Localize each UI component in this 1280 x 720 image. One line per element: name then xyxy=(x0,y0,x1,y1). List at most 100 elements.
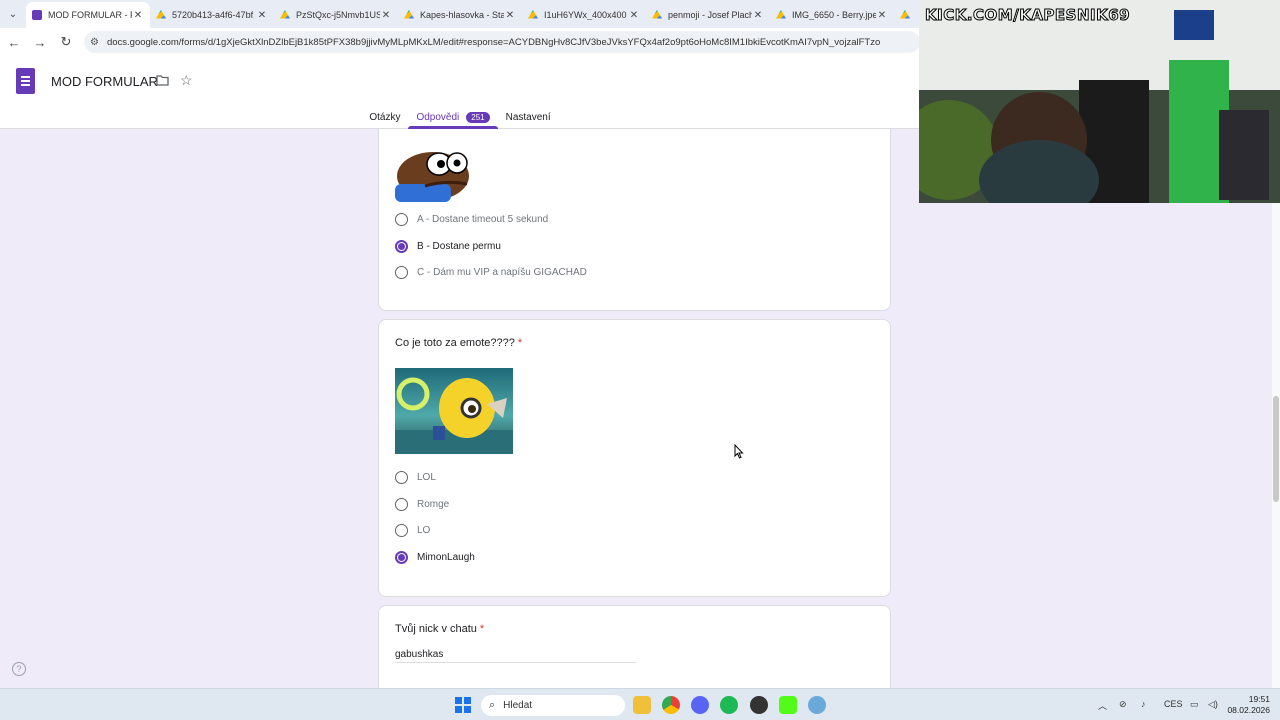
tab-questions[interactable]: Otázky xyxy=(361,106,408,128)
tab-close-icon[interactable]: ✕ xyxy=(504,10,516,21)
clock-time: 19:51 xyxy=(1248,694,1270,704)
tab-close-icon[interactable]: ✕ xyxy=(752,10,764,21)
taskbar-search-input[interactable]: ⌕ Hledat xyxy=(481,695,625,716)
drive-icon xyxy=(776,10,786,19)
responses-count-badge: 251 xyxy=(466,111,490,123)
obs-icon[interactable] xyxy=(750,696,768,714)
tray-language[interactable]: CES xyxy=(1164,699,1183,709)
windows-start-icon[interactable] xyxy=(455,697,471,713)
forms-header: MOD FORMULAR ☆ Otázky Odpovědi 251 Nastav… xyxy=(0,56,920,129)
forward-arrow-icon[interactable]: → xyxy=(28,30,52,54)
chrome-icon[interactable] xyxy=(662,696,680,714)
form-title[interactable]: MOD FORMULAR xyxy=(51,74,158,89)
tray-volume-icon[interactable]: ◁) xyxy=(1208,699,1218,710)
app-icon[interactable] xyxy=(808,696,826,714)
folder-icon[interactable] xyxy=(156,74,169,89)
drive-icon xyxy=(404,10,414,19)
tab-close-icon[interactable]: ✕ xyxy=(876,10,888,21)
scrollbar-thumb[interactable] xyxy=(1273,396,1279,502)
windows-taskbar: ⌕ Hledat ︿ ⊘ ♪ CES ▭ ◁) 19:51 08.02.2026 xyxy=(0,688,1280,720)
webcam-scene-image xyxy=(919,0,1280,203)
webcam-overlay: KICK.COM/KAPESNIK69 xyxy=(919,0,1280,203)
minion-emote-image xyxy=(395,368,513,454)
url-text: docs.google.com/forms/d/1gXjeGktXlnDZlbE… xyxy=(106,36,881,48)
browser-tab[interactable]: MOD FORMULAR - F ✕ xyxy=(26,2,150,28)
search-icon: ⌕ xyxy=(489,699,496,711)
kick-icon[interactable] xyxy=(779,696,797,714)
question-card-1: A - Dostane timeout 5 sekund B - Dostane … xyxy=(378,129,891,311)
q3-answer: gabushkas xyxy=(395,649,444,660)
tab-search-chevron-icon[interactable]: ⌄ xyxy=(0,0,26,28)
tray-display-icon[interactable]: ▭ xyxy=(1190,699,1199,710)
browser-tab[interactable]: Kapes-hlasovka - Sta ✕ xyxy=(398,2,522,28)
radio-checked-icon[interactable] xyxy=(395,550,408,564)
radio-unchecked-icon[interactable] xyxy=(395,266,408,279)
tab-settings-label: Nastavení xyxy=(505,111,551,123)
radio-option[interactable]: B - Dostane permu xyxy=(395,239,501,253)
q3-question: Tvůj nick v chatu * xyxy=(395,623,484,635)
q3-answer-underline xyxy=(395,662,636,663)
browser-tab[interactable]: I1uH6YWx_400x400 ✕ xyxy=(522,2,646,28)
clock-date: 08.02.2026 xyxy=(1227,705,1270,715)
browser-tab[interactable]: 5720b413-a4f6-47bf ✕ xyxy=(150,2,274,28)
taskbar-clock[interactable]: 19:51 08.02.2026 xyxy=(1226,694,1270,716)
drive-icon xyxy=(280,10,290,19)
browser-tab-label: Kapes-hlasovka - Sta xyxy=(420,10,504,20)
q2-question-text: Co je toto za emote???? xyxy=(395,337,515,349)
tab-settings[interactable]: Nastavení xyxy=(498,106,559,128)
tab-close-icon[interactable]: ✕ xyxy=(256,10,268,21)
back-arrow-icon[interactable]: ← xyxy=(2,30,26,54)
radio-option[interactable]: A - Dostane timeout 5 sekund xyxy=(395,213,548,226)
tab-responses-label: Odpovědi xyxy=(416,111,460,123)
tab-responses[interactable]: Odpovědi 251 xyxy=(408,106,498,129)
radio-unchecked-icon[interactable] xyxy=(395,524,408,537)
site-settings-icon[interactable]: ⚙ xyxy=(90,37,99,48)
radio-option[interactable]: MimonLaugh xyxy=(395,550,475,564)
radio-option-label: MimonLaugh xyxy=(417,551,475,563)
radio-option[interactable]: LOL xyxy=(395,471,436,484)
mouse-cursor-icon xyxy=(734,444,744,459)
star-icon[interactable]: ☆ xyxy=(180,72,193,89)
form-tabs: Otázky Odpovědi 251 Nastavení xyxy=(0,106,920,129)
browser-tabstrip: ⌄ MOD FORMULAR - F ✕ 5720b413-a4f6-47bf ✕ Pz… xyxy=(0,0,920,28)
question-card-2: Co je toto za emote???? * LOL Romge LO Mimon… xyxy=(378,319,891,597)
tray-chevron-up-icon[interactable]: ︿ xyxy=(1098,699,1107,712)
radio-checked-icon[interactable] xyxy=(395,239,408,253)
taskbar-search-label: Hledat xyxy=(503,700,533,711)
reload-icon[interactable]: ↻ xyxy=(54,30,78,54)
radio-option[interactable]: LO xyxy=(395,524,430,537)
drive-icon xyxy=(652,10,662,19)
forms-logo-icon[interactable] xyxy=(16,68,35,94)
file-explorer-icon[interactable] xyxy=(633,696,651,714)
browser-tab[interactable]: IMG_6650 - Berry.jpe ✕ xyxy=(770,2,894,28)
q3-question-text: Tvůj nick v chatu xyxy=(395,623,477,635)
help-icon[interactable]: ? xyxy=(12,662,26,676)
q2-required-mark: * xyxy=(517,337,523,349)
tab-close-icon[interactable]: ✕ xyxy=(628,10,640,21)
browser-tab-label: I1uH6YWx_400x400 xyxy=(544,10,627,20)
browser-tab-label: IMG_6650 - Berry.jpe xyxy=(792,10,876,20)
radio-unchecked-icon[interactable] xyxy=(395,213,408,226)
radio-option[interactable]: Romge xyxy=(395,497,449,511)
question-card-3: Tvůj nick v chatu * gabushkas xyxy=(378,605,891,688)
browser-tab[interactable]: penmoji - Josef Plach ✕ xyxy=(646,2,770,28)
spotify-icon[interactable] xyxy=(720,696,738,714)
radio-option-label: B - Dostane permu xyxy=(417,240,501,252)
tray-network-icon[interactable]: ⊘ xyxy=(1119,699,1127,710)
tray-mic-icon[interactable]: ♪ xyxy=(1141,699,1146,709)
radio-option-label: LOL xyxy=(417,472,436,483)
url-input[interactable]: ⚙ docs.google.com/forms/d/1gXjeGktXlnDZl… xyxy=(84,31,920,53)
pepe-emote-image xyxy=(395,152,469,202)
browser-tab[interactable]: PzStQxc-j5Nmvb1US ✕ xyxy=(274,2,398,28)
radio-unchecked-icon[interactable] xyxy=(395,497,408,511)
discord-icon[interactable] xyxy=(691,696,709,714)
browser-tab-label: MOD FORMULAR - F xyxy=(48,10,132,20)
radio-unchecked-icon[interactable] xyxy=(395,471,408,484)
tab-close-icon[interactable]: ✕ xyxy=(132,10,144,21)
tab-close-icon[interactable]: ✕ xyxy=(380,10,392,21)
tab-list: MOD FORMULAR - F ✕ 5720b413-a4f6-47bf ✕ PzSt… xyxy=(26,0,918,28)
radio-option-label: LO xyxy=(417,525,431,536)
drive-icon xyxy=(156,10,166,19)
browser-tab[interactable]: 79 xyxy=(894,2,918,28)
radio-option[interactable]: C - Dám mu VIP a napíšu GIGACHAD xyxy=(395,266,587,279)
